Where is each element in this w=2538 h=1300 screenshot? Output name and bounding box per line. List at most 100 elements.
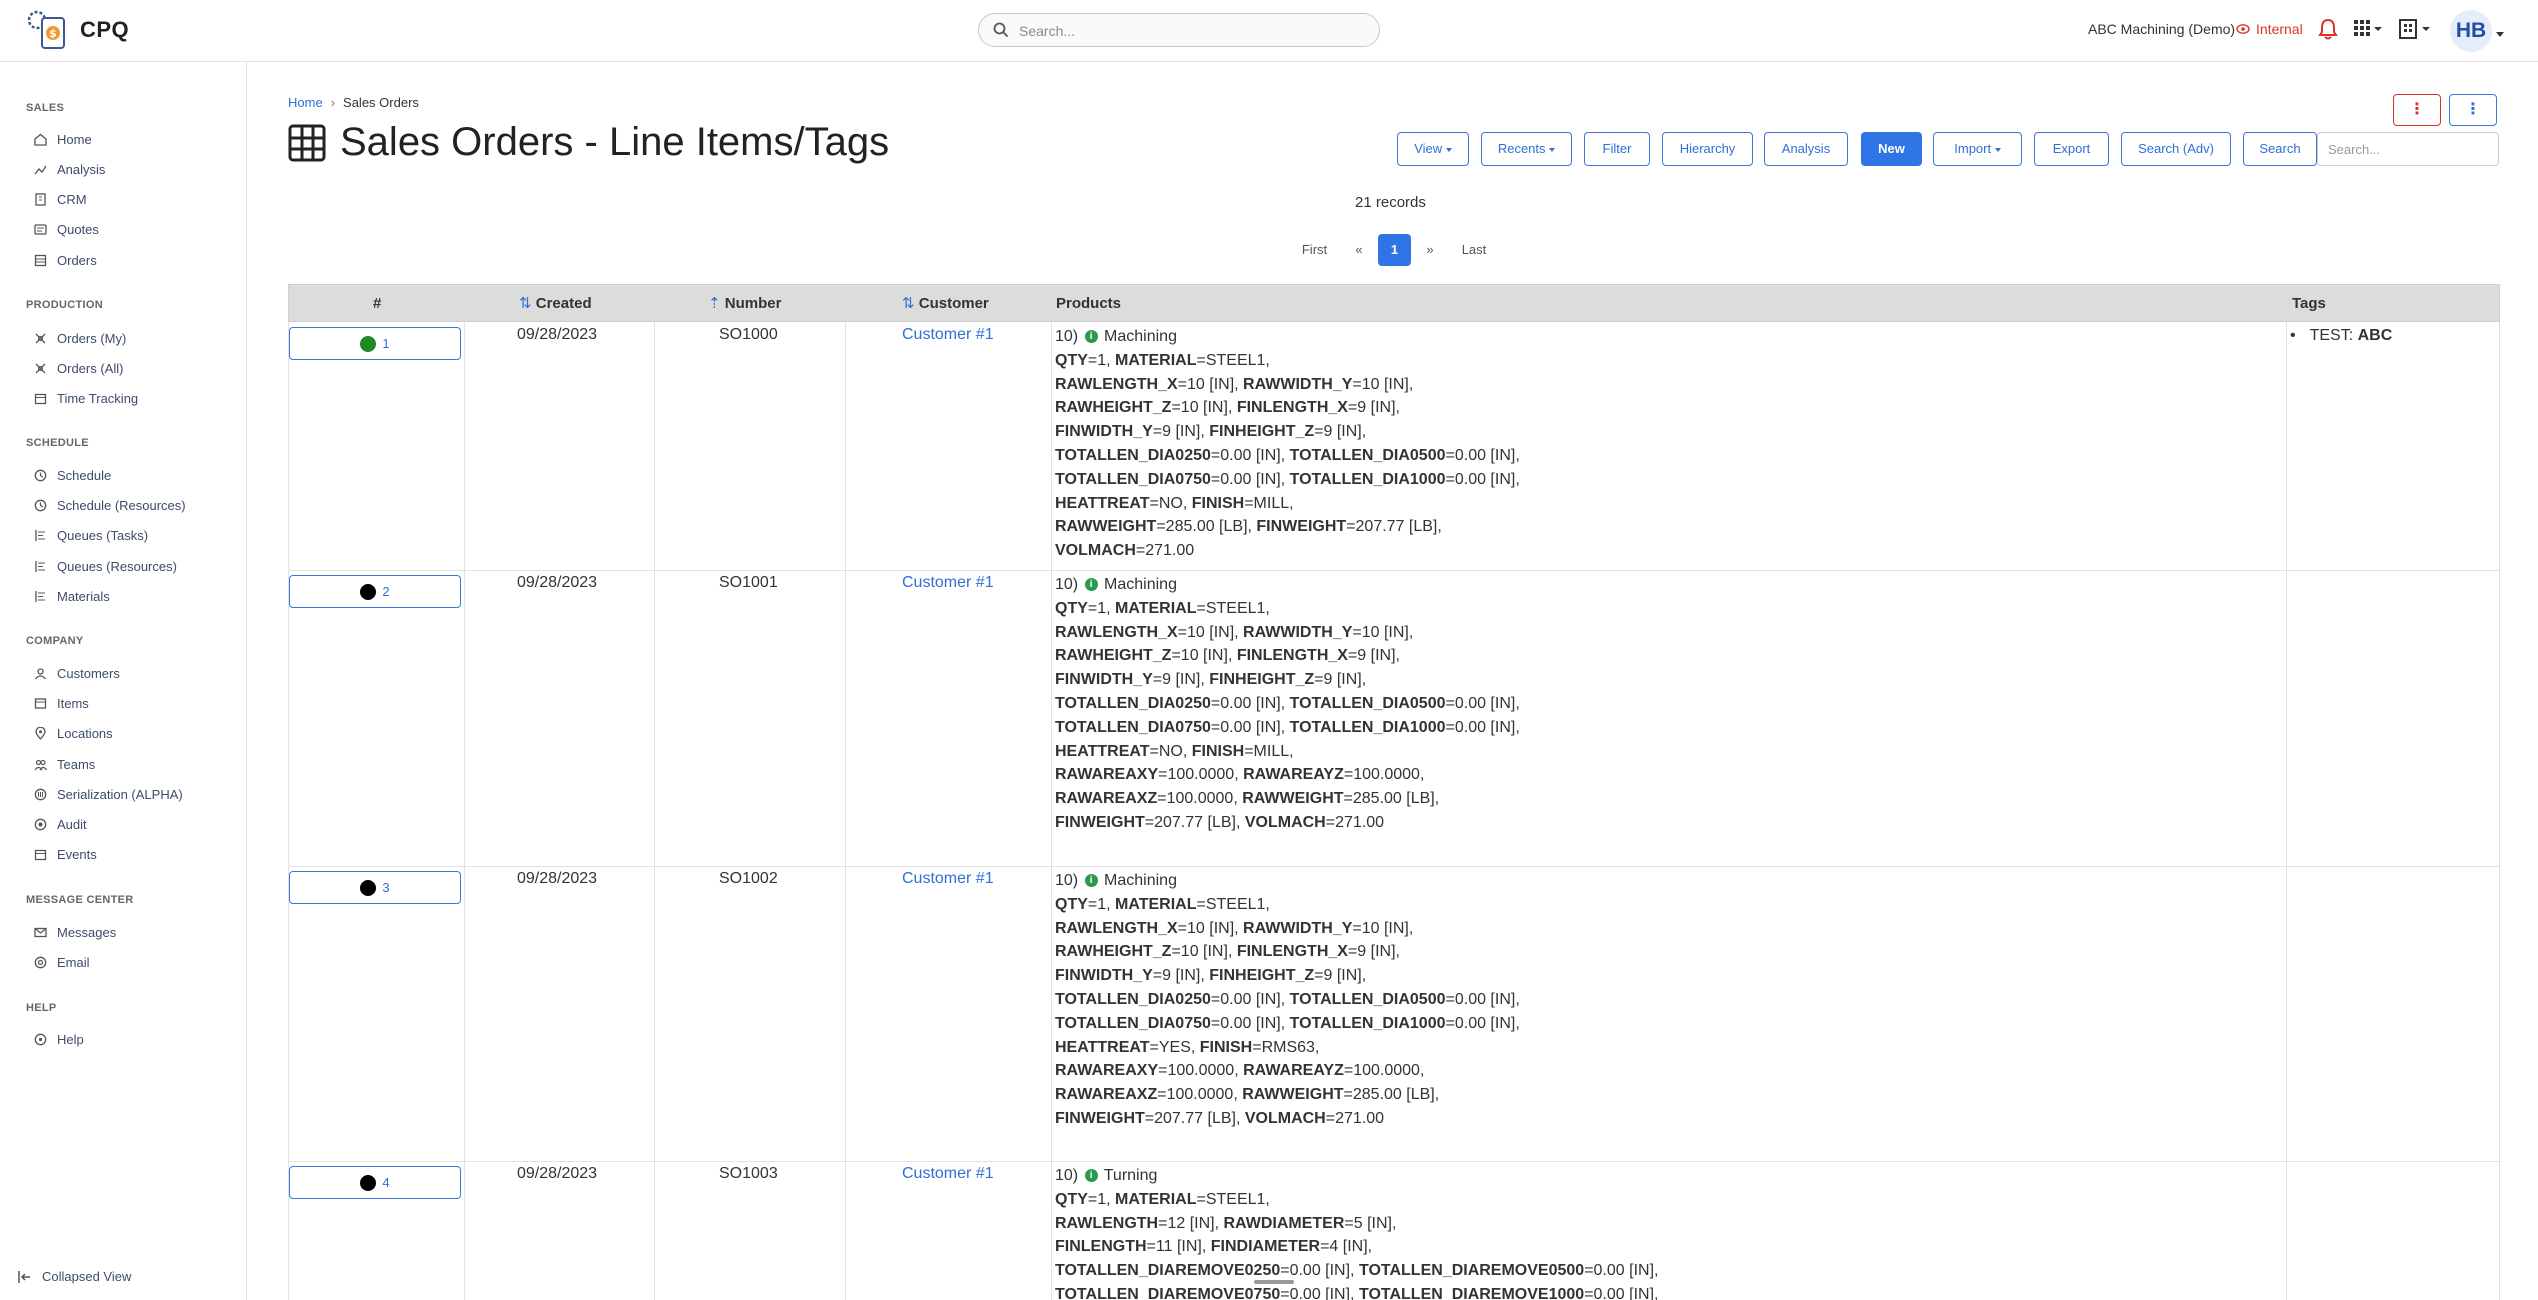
table-search-input[interactable] <box>2317 132 2499 166</box>
attribute-key: TOTALLEN_DIA0750 <box>1055 1014 1211 1032</box>
info-icon[interactable]: i <box>1084 330 1098 344</box>
sidebar-item-locations[interactable]: Locations <box>34 724 113 742</box>
attribute-value: =10 [IN], <box>1352 375 1414 393</box>
attribute-key: RAWAREAXZ <box>1055 1086 1158 1104</box>
sidebar-item-queues-tasks[interactable]: Queues (Tasks) <box>34 526 148 544</box>
sidebar-item-crm[interactable]: CRM <box>34 190 87 208</box>
column-header-tags: Tags <box>2292 295 2326 312</box>
attribute-value: =0.00 [IN], <box>1210 718 1290 736</box>
cpq-logo[interactable]: $ <box>24 8 70 54</box>
global-search[interactable] <box>978 13 1380 47</box>
attribute-key: TOTALLEN_DIA1000 <box>1289 1014 1446 1032</box>
sidebar-item-schedule[interactable]: Schedule <box>34 466 111 484</box>
sidebar-item-serialization[interactable]: Serialization (ALPHA) <box>34 785 183 803</box>
attribute-value: =9 [IN], <box>1347 943 1400 961</box>
import-button[interactable]: Import <box>1933 132 2022 166</box>
row-id-button[interactable]: 1 <box>289 327 461 360</box>
info-icon[interactable]: i <box>1084 1169 1098 1183</box>
bell-icon[interactable] <box>2318 18 2338 45</box>
pagination-last[interactable]: Last <box>1449 234 1499 266</box>
sidebar-item-queues-resources[interactable]: Queues (Resources) <box>34 557 177 575</box>
view-button[interactable]: View <box>1397 132 1469 166</box>
sidebar-item-home[interactable]: Home <box>34 130 92 148</box>
product-attribute-line: RAWLENGTH_X=10 [IN], RAWWIDTH_Y=10 [IN], <box>1055 621 1520 645</box>
environment-badge[interactable]: Internal <box>2236 21 2303 37</box>
chevron-down-icon[interactable] <box>2496 26 2504 44</box>
pagination-first[interactable]: First <box>1289 234 1340 266</box>
column-header-num[interactable]: # <box>373 285 381 323</box>
sidebar-item-orders-my[interactable]: Orders (My) <box>34 329 126 347</box>
info-icon[interactable]: i <box>1084 874 1098 888</box>
row-id-label: 2 <box>382 584 390 599</box>
attribute-value: =100.0000, <box>1158 766 1244 784</box>
attribute-key: TOTALLEN_DIA0500 <box>1289 990 1446 1008</box>
sidebar-item-orders-all[interactable]: Orders (All) <box>34 359 123 377</box>
pagination-page-1[interactable]: 1 <box>1378 234 1411 266</box>
company-name[interactable]: ABC Machining (Demo) <box>2088 21 2235 37</box>
column-divider <box>1051 322 1052 1300</box>
row-id-button[interactable]: 3 <box>289 871 461 904</box>
sidebar-item-orders[interactable]: Orders <box>34 251 97 269</box>
attribute-value: =10 [IN], <box>1352 623 1414 641</box>
sidebar-item-email[interactable]: Email <box>34 953 90 971</box>
customer-link[interactable]: Customer #1 <box>902 326 994 344</box>
pagination-prev[interactable]: « <box>1345 234 1373 266</box>
collapse-sidebar-button[interactable]: Collapsed View <box>18 1269 131 1284</box>
recents-button[interactable]: Recents <box>1481 132 1572 166</box>
search-button[interactable]: Search <box>2243 132 2317 166</box>
sidebar-item-customers[interactable]: Customers <box>34 664 120 682</box>
queue-icon <box>35 590 45 602</box>
attribute-value: =STEEL1, <box>1196 599 1270 617</box>
attribute-value: =9 [IN], <box>1314 423 1367 441</box>
customer-link[interactable]: Customer #1 <box>902 870 994 888</box>
row-id-button[interactable]: 2 <box>289 575 461 608</box>
sidebar-item-quotes[interactable]: Quotes <box>34 220 99 238</box>
attribute-value: =10 [IN], <box>1177 919 1244 937</box>
new-button[interactable]: New <box>1861 132 1922 166</box>
customer-link[interactable]: Customer #1 <box>902 1165 994 1183</box>
app-brand[interactable]: CPQ <box>80 17 129 43</box>
sidebar-item-materials[interactable]: Materials <box>34 587 110 605</box>
top-bar: $ CPQ ABC Machining (Demo) Internal HB <box>0 0 2538 62</box>
attribute-value: =100.0000, <box>1158 1062 1244 1080</box>
user-avatar[interactable]: HB <box>2450 10 2492 52</box>
sidebar-item-messages[interactable]: Messages <box>34 923 116 941</box>
column-header-customer[interactable]: ⇅ Customer <box>902 285 989 323</box>
danger-menu-button[interactable]: ⋮ <box>2393 94 2441 126</box>
sidebar-item-help[interactable]: Help <box>34 1030 84 1048</box>
search-advanced-button[interactable]: Search (Adv) <box>2121 132 2231 166</box>
more-menu-button[interactable]: ⋮ <box>2449 94 2497 126</box>
sort-asc-icon: ⇡ <box>708 295 721 312</box>
column-header-number[interactable]: ⇡ Number <box>708 285 781 323</box>
scrollbar-thumb[interactable] <box>1254 1280 1294 1284</box>
apps-grid-icon[interactable] <box>2354 20 2384 43</box>
sidebar-item-schedule-resources[interactable]: Schedule (Resources) <box>34 496 186 514</box>
sidebar-item-teams[interactable]: Teams <box>34 755 95 773</box>
attribute-key: VOLMACH <box>1244 813 1326 831</box>
sidebar-item-time-tracking[interactable]: Time Tracking <box>34 389 138 407</box>
info-icon[interactable]: i <box>1084 578 1098 592</box>
sidebar-item-analysis[interactable]: Analysis <box>34 160 105 178</box>
breadcrumb-home-link[interactable]: Home <box>288 95 323 110</box>
pagination-next[interactable]: » <box>1416 234 1444 266</box>
building-icon[interactable] <box>2398 19 2432 44</box>
hierarchy-button[interactable]: Hierarchy <box>1662 132 1753 166</box>
analysis-button[interactable]: Analysis <box>1764 132 1848 166</box>
sidebar-section-title: PRODUCTION <box>26 299 103 311</box>
product-attribute-line: FINWIDTH_Y=9 [IN], FINHEIGHT_Z=9 [IN], <box>1055 420 1520 444</box>
eye-icon <box>2236 24 2250 34</box>
column-header-created[interactable]: ⇅ Created <box>519 285 592 323</box>
sidebar-item-items[interactable]: Items <box>34 694 89 712</box>
row-divider <box>288 570 2500 571</box>
attribute-value: =0.00 [IN], <box>1445 1014 1520 1032</box>
attribute-key: MATERIAL <box>1115 895 1197 913</box>
sidebar-item-audit[interactable]: Audit <box>34 815 87 833</box>
customer-link[interactable]: Customer #1 <box>902 574 994 592</box>
clock-icon <box>34 499 47 511</box>
export-button[interactable]: Export <box>2034 132 2109 166</box>
row-id-button[interactable]: 4 <box>289 1166 461 1199</box>
sidebar-item-events[interactable]: Events <box>34 845 97 863</box>
global-search-input[interactable] <box>1019 20 1359 42</box>
filter-button[interactable]: Filter <box>1584 132 1650 166</box>
attribute-key: RAWAREAXY <box>1055 1062 1159 1080</box>
